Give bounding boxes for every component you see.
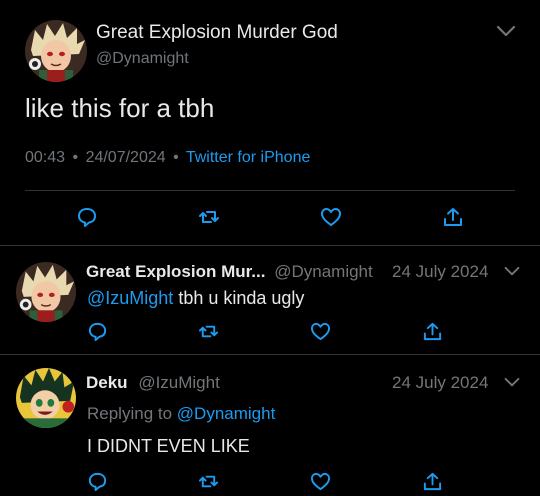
comment-icon[interactable]: [87, 471, 108, 492]
share-icon[interactable]: [422, 321, 443, 342]
comment-icon[interactable]: [76, 206, 98, 228]
display-name[interactable]: Deku: [86, 373, 128, 392]
comment-icon[interactable]: [87, 321, 108, 342]
reply-body: tbh u kinda ugly: [173, 288, 305, 308]
share-icon[interactable]: [442, 206, 464, 228]
mention-link[interactable]: @IzuMight: [87, 288, 173, 308]
user-handle[interactable]: @Dynamight: [274, 262, 373, 281]
chevron-down-icon[interactable]: [504, 377, 520, 388]
mention-link[interactable]: @Dynamight: [177, 404, 276, 423]
heart-icon[interactable]: [320, 206, 342, 228]
display-name[interactable]: Great Explosion Murder God: [96, 22, 338, 44]
chevron-down-icon[interactable]: [496, 25, 516, 38]
divider: [0, 245, 540, 246]
avatar[interactable]: [25, 20, 87, 82]
divider: [25, 190, 515, 191]
chevron-down-icon[interactable]: [504, 266, 520, 277]
tweet-metadata: 00:43 • 24/07/2024 • Twitter for iPhone: [25, 149, 310, 167]
reply-header: Deku @IzuMight: [86, 373, 220, 393]
user-handle[interactable]: @Dynamight: [96, 50, 189, 68]
tweet-date[interactable]: 24/07/2024: [86, 149, 166, 166]
reply-date[interactable]: 24 July 2024: [392, 373, 488, 393]
avatar[interactable]: [16, 368, 76, 428]
divider: [0, 354, 540, 355]
user-handle[interactable]: @IzuMight: [138, 373, 220, 392]
replying-to-label: Replying to: [87, 404, 177, 423]
reply-body: I DIDNT EVEN LIKE: [87, 436, 250, 456]
heart-icon[interactable]: [310, 471, 331, 492]
retweet-icon[interactable]: [198, 471, 219, 492]
replying-to: Replying to @Dynamight: [87, 404, 275, 424]
heart-icon[interactable]: [310, 321, 331, 342]
reply-date[interactable]: 24 July 2024: [392, 262, 488, 282]
display-name[interactable]: Great Explosion Mur...: [86, 262, 265, 281]
separator: •: [72, 149, 79, 166]
tweet-text: like this for a tbh: [25, 93, 215, 123]
tweet-time[interactable]: 00:43: [25, 149, 65, 166]
reply-header: Great Explosion Mur... @Dynamight: [86, 262, 373, 282]
separator: •: [173, 149, 179, 166]
tweet-source-link[interactable]: Twitter for iPhone: [186, 149, 311, 166]
retweet-icon[interactable]: [198, 206, 220, 228]
share-icon[interactable]: [422, 471, 443, 492]
reply-text: @IzuMight tbh u kinda ugly: [87, 288, 304, 309]
avatar[interactable]: [16, 262, 76, 322]
retweet-icon[interactable]: [198, 321, 219, 342]
